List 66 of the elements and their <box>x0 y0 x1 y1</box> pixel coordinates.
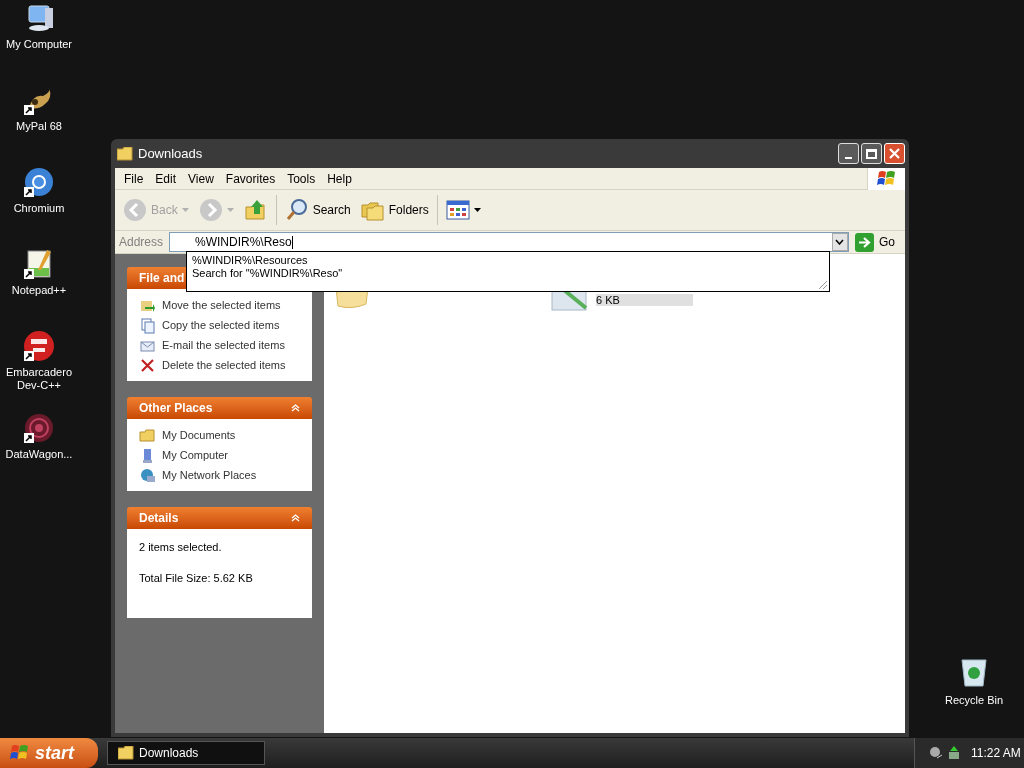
minimize-button[interactable] <box>838 143 859 164</box>
folder-icon <box>117 146 133 161</box>
datawagon-icon[interactable] <box>23 412 55 444</box>
close-icon <box>889 148 900 159</box>
file-size-text: 6 KB <box>596 294 693 306</box>
recycle-bin-icon[interactable] <box>959 656 989 688</box>
menu-item[interactable]: File <box>118 169 150 188</box>
address-label: Address <box>119 234 164 251</box>
window-title: Downloads <box>138 144 203 163</box>
task-link[interactable]: E-mail the selected items <box>162 336 285 354</box>
chevron-down-icon <box>835 239 845 245</box>
update-icon[interactable] <box>947 746 961 760</box>
views-icon <box>445 200 470 220</box>
search-icon <box>284 198 309 222</box>
windows-flag-icon <box>10 744 30 762</box>
task-link[interactable]: My Computer <box>162 446 229 464</box>
caret-icon <box>226 208 234 212</box>
task-link[interactable]: My Documents <box>162 426 236 444</box>
documents-icon <box>139 426 156 444</box>
menu-item[interactable]: Favorites <box>219 169 282 188</box>
address-field[interactable]: %WINDIR%\Reso <box>169 232 849 252</box>
address-text: %WINDIR%\Reso <box>195 234 294 251</box>
task-link[interactable]: Move the selected items <box>162 296 281 314</box>
desktop-icon-label[interactable]: Chromium <box>1 202 77 215</box>
go-button[interactable]: Go <box>855 232 901 252</box>
task-link[interactable]: Copy the selected items <box>162 316 280 334</box>
close-button[interactable] <box>884 143 905 164</box>
desktop-icon-label[interactable]: Embarcadero Dev-C++ <box>1 366 77 392</box>
chromium-icon[interactable] <box>23 166 55 198</box>
menu-item[interactable]: Edit <box>149 169 183 188</box>
collapse-chevron-icon[interactable] <box>291 514 300 522</box>
pane-header[interactable]: Other Places <box>127 397 312 419</box>
autocomplete-suggestion[interactable]: Search for "%WINDIR%\Reso" <box>192 267 824 280</box>
pane-header[interactable]: Details <box>127 507 312 529</box>
copy-icon <box>139 316 156 334</box>
folders-icon <box>360 199 385 221</box>
delete-icon <box>139 356 156 374</box>
folder-up-icon <box>243 198 268 222</box>
caret-icon <box>181 208 189 212</box>
clock: 11:22 AM <box>971 745 1021 762</box>
network-icon[interactable] <box>929 746 943 760</box>
desktop-icon-label[interactable]: Notepad++ <box>1 284 77 297</box>
devcpp-icon[interactable] <box>23 330 55 362</box>
resize-grip-icon[interactable] <box>816 278 828 290</box>
menu-item[interactable]: Help <box>321 169 358 188</box>
menu-item[interactable]: Tools <box>281 169 322 188</box>
network-icon <box>139 466 156 484</box>
desktop-icon-label[interactable]: DataWagon... <box>1 448 77 461</box>
windows-flag-icon <box>876 169 897 188</box>
maximize-button[interactable] <box>861 143 882 164</box>
desktop-icon-label[interactable]: Recycle Bin <box>944 692 1004 709</box>
dropdown-arrow-button[interactable] <box>832 233 848 251</box>
folder-icon <box>118 746 134 760</box>
search-button[interactable]: Search <box>280 194 355 226</box>
task-link[interactable]: My Network Places <box>162 466 257 484</box>
caret-icon <box>473 208 481 212</box>
collapse-chevron-icon[interactable] <box>291 404 300 412</box>
menu-item[interactable]: View <box>182 169 220 188</box>
task-link[interactable]: Delete the selected items <box>162 356 286 374</box>
details-text: Total File Size: 5.62 KB <box>139 570 254 586</box>
desktop-icon-label[interactable]: My Computer <box>1 38 77 51</box>
taskbar-button[interactable]: Downloads <box>107 741 265 765</box>
folders-button[interactable]: Folders <box>356 194 433 226</box>
details-text: 2 items selected. <box>139 540 223 555</box>
autocomplete-suggestion[interactable]: %WINDIR%\Resources <box>192 254 824 267</box>
desktop-icon-label[interactable]: MyPal 68 <box>1 120 77 133</box>
